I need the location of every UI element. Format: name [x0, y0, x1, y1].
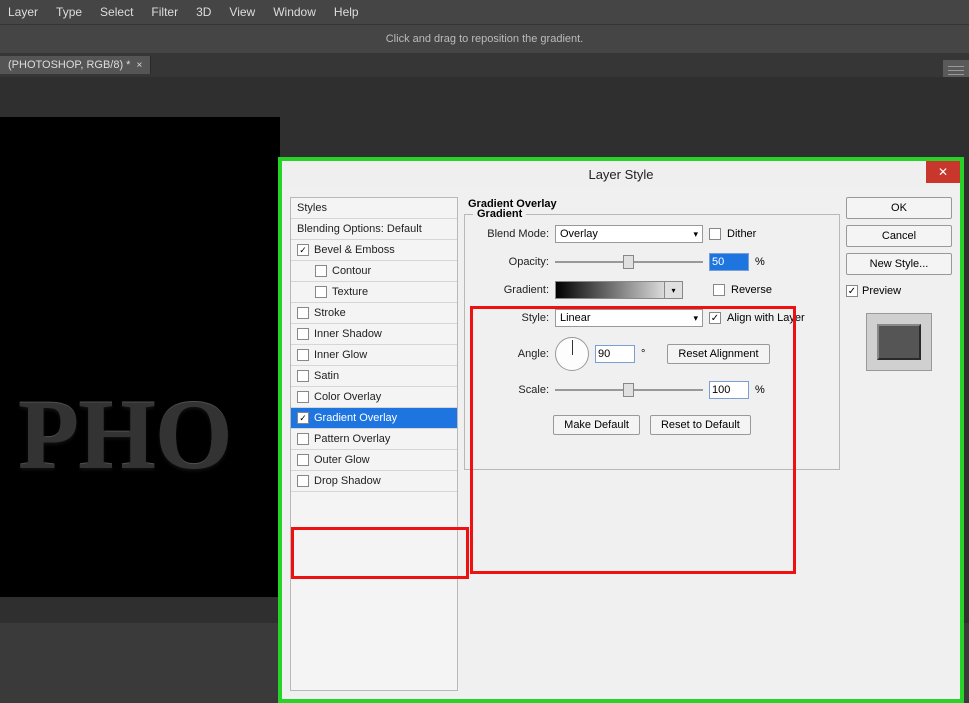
style-checkbox[interactable]	[297, 370, 309, 382]
menu-type[interactable]: Type	[56, 5, 82, 19]
layer-style-dialog: Layer Style ✕ Styles Blending Options: D…	[278, 157, 964, 703]
style-item-texture[interactable]: Texture	[291, 282, 457, 303]
style-item-label: Inner Shadow	[314, 328, 382, 340]
menu-window[interactable]: Window	[273, 5, 316, 19]
dither-checkbox[interactable]	[709, 228, 721, 240]
ok-button[interactable]: OK	[846, 197, 952, 219]
document-tab-label: (PHOTOSHOP, RGB/8) *	[8, 59, 130, 71]
menu-help[interactable]: Help	[334, 5, 359, 19]
style-checkbox[interactable]	[297, 244, 309, 256]
gradient-label: Gradient:	[475, 284, 549, 296]
blending-options-header[interactable]: Blending Options: Default	[291, 219, 457, 240]
chevron-down-icon: ▾	[693, 229, 698, 240]
style-checkbox[interactable]	[315, 286, 327, 298]
hint-bar: Click and drag to reposition the gradien…	[0, 24, 969, 53]
style-checkbox[interactable]	[297, 328, 309, 340]
styles-header[interactable]: Styles	[291, 198, 457, 219]
blend-mode-label: Blend Mode:	[475, 228, 549, 240]
blend-mode-select[interactable]: Overlay▾	[555, 225, 703, 243]
style-item-label: Gradient Overlay	[314, 412, 397, 424]
style-item-pattern-overlay[interactable]: Pattern Overlay	[291, 429, 457, 450]
canvas-area: PHO Layer Style ✕ Styles Blending Option…	[0, 77, 969, 623]
style-item-contour[interactable]: Contour	[291, 261, 457, 282]
dialog-titlebar[interactable]: Layer Style ✕	[282, 161, 960, 187]
style-checkbox[interactable]	[297, 391, 309, 403]
style-item-bevel-emboss[interactable]: Bevel & Emboss	[291, 240, 457, 261]
opacity-input[interactable]	[709, 253, 749, 271]
opacity-slider[interactable]	[555, 254, 703, 270]
style-item-label: Bevel & Emboss	[314, 244, 395, 256]
group-title: Gradient	[473, 208, 526, 220]
style-item-label: Stroke	[314, 307, 346, 319]
dialog-button-column: OK Cancel New Style... Preview	[846, 197, 952, 691]
preview-checkbox[interactable]	[846, 285, 858, 297]
chevron-down-icon[interactable]: ▾	[664, 282, 682, 298]
style-list: Styles Blending Options: Default Bevel &…	[290, 197, 458, 691]
style-item-stroke[interactable]: Stroke	[291, 303, 457, 324]
canvas[interactable]	[0, 117, 280, 597]
app-menubar[interactable]: Layer Type Select Filter 3D View Window Help	[0, 0, 969, 24]
menu-filter[interactable]: Filter	[151, 5, 178, 19]
style-item-label: Color Overlay	[314, 391, 381, 403]
style-checkbox[interactable]	[297, 412, 309, 424]
menu-3d[interactable]: 3D	[196, 5, 211, 19]
document-tab[interactable]: (PHOTOSHOP, RGB/8) * ×	[0, 56, 151, 74]
style-item-color-overlay[interactable]: Color Overlay	[291, 387, 457, 408]
cancel-button[interactable]: Cancel	[846, 225, 952, 247]
dialog-title: Layer Style	[588, 167, 653, 182]
style-item-inner-glow[interactable]: Inner Glow	[291, 345, 457, 366]
style-item-label: Satin	[314, 370, 339, 382]
preview-swatch	[866, 313, 932, 371]
opacity-label: Opacity:	[475, 256, 549, 268]
style-item-label: Drop Shadow	[314, 475, 381, 487]
style-checkbox[interactable]	[297, 475, 309, 487]
close-button[interactable]: ✕	[926, 161, 960, 183]
style-checkbox[interactable]	[315, 265, 327, 277]
style-checkbox[interactable]	[297, 349, 309, 361]
menu-layer[interactable]: Layer	[8, 5, 38, 19]
menu-select[interactable]: Select	[100, 5, 133, 19]
annotation-box	[291, 527, 469, 579]
style-item-label: Texture	[332, 286, 368, 298]
document-tabbar: (PHOTOSHOP, RGB/8) * ×	[0, 53, 969, 77]
annotation-box	[470, 306, 796, 574]
style-checkbox[interactable]	[297, 454, 309, 466]
style-item-label: Pattern Overlay	[314, 433, 390, 445]
reverse-checkbox[interactable]	[713, 284, 725, 296]
dither-label: Dither	[727, 228, 756, 240]
style-item-label: Contour	[332, 265, 371, 277]
gradient-picker[interactable]: ▾	[555, 281, 683, 299]
style-item-satin[interactable]: Satin	[291, 366, 457, 387]
style-item-label: Outer Glow	[314, 454, 370, 466]
canvas-text: PHO	[18, 377, 232, 492]
style-item-label: Inner Glow	[314, 349, 367, 361]
reverse-label: Reverse	[731, 284, 772, 296]
preview-label: Preview	[862, 285, 901, 297]
menu-view[interactable]: View	[229, 5, 255, 19]
style-item-outer-glow[interactable]: Outer Glow	[291, 450, 457, 471]
style-checkbox[interactable]	[297, 433, 309, 445]
opacity-unit: %	[755, 256, 765, 268]
style-item-inner-shadow[interactable]: Inner Shadow	[291, 324, 457, 345]
close-tab-icon[interactable]: ×	[136, 60, 142, 71]
style-item-drop-shadow[interactable]: Drop Shadow	[291, 471, 457, 492]
style-checkbox[interactable]	[297, 307, 309, 319]
new-style-button[interactable]: New Style...	[846, 253, 952, 275]
style-item-gradient-overlay[interactable]: Gradient Overlay	[291, 408, 457, 429]
